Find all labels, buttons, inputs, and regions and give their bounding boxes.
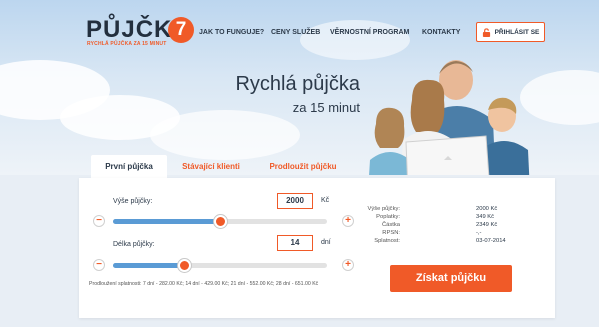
nav-item-contacts[interactable]: KONTAKTY (422, 29, 460, 36)
get-loan-button[interactable]: Získat půjčku (390, 265, 512, 292)
logo-tagline: RYCHLÁ PŮJČKA ZA 15 MINUT (87, 41, 167, 47)
nav-item-loyalty[interactable]: VĚRNOSTNÍ PROGRAM (330, 29, 409, 36)
amount-input[interactable]: 2000 (277, 193, 313, 209)
tab-first-loan[interactable]: První půjčka (91, 155, 167, 178)
summary-value: 2000 Kč (476, 206, 498, 212)
tab-existing-clients[interactable]: Stávající klienti (173, 155, 249, 178)
term-increase-button[interactable]: + (342, 259, 354, 271)
extension-note: Prodloužení splatnosti: 7 dní - 282.00 K… (89, 281, 319, 287)
tab-extend-loan[interactable]: Prodloužit půjčku (259, 155, 347, 178)
amount-slider-track[interactable] (113, 215, 327, 228)
term-slider-track[interactable] (113, 259, 327, 272)
term-decrease-button[interactable]: − (93, 259, 105, 271)
amount-decrease-button[interactable]: − (93, 215, 105, 227)
nav-item-how-it-works[interactable]: JAK TO FUNGUJE? (199, 29, 264, 36)
logo[interactable]: PŮJČKA 7 RYCHLÁ PŮJČKA ZA 15 MINUT (86, 17, 194, 47)
summary-value: 349 Kč (476, 214, 495, 220)
summary-value: 03-07-2014 (476, 238, 506, 244)
login-label: PŘIHLÁSIT SE (494, 28, 540, 36)
term-slider-handle[interactable] (177, 259, 191, 272)
term-input[interactable]: 14 (277, 235, 313, 251)
summary-key: Poplatky: (376, 214, 400, 220)
hero-title: Rychlá půjčka (235, 73, 360, 95)
summary-key: Splatnost: (374, 238, 400, 244)
cloud-decoration (150, 110, 300, 160)
hero-subtitle: za 15 minut (292, 100, 360, 115)
summary-key: Výše půjčky: (367, 206, 400, 212)
amount-slider-handle[interactable] (214, 215, 227, 228)
family-photo (369, 60, 530, 175)
login-button[interactable]: PŘIHLÁSIT SE (476, 22, 545, 42)
summary-key: RPSN: (382, 230, 400, 236)
logo-number-badge: 7 (168, 17, 194, 43)
summary-value: 2349 Kč (476, 222, 498, 228)
summary-key: Částka (381, 222, 400, 228)
amount-slider-fill (113, 219, 220, 224)
loan-calculator: Výše půjčky: 2000 Kč − + Délka půjčky: 1… (79, 178, 555, 318)
term-label: Délka půjčky: (113, 241, 155, 248)
amount-label: Výše půjčky: (113, 198, 153, 205)
site-header: PŮJČKA 7 RYCHLÁ PŮJČKA ZA 15 MINUT JAK T… (0, 0, 599, 52)
amount-unit: Kč (321, 197, 330, 204)
nav-item-prices[interactable]: CENY SLUŽEB (271, 29, 320, 36)
term-slider-fill (113, 263, 184, 268)
summary-value: -,- (476, 230, 482, 236)
lock-icon (482, 27, 490, 37)
